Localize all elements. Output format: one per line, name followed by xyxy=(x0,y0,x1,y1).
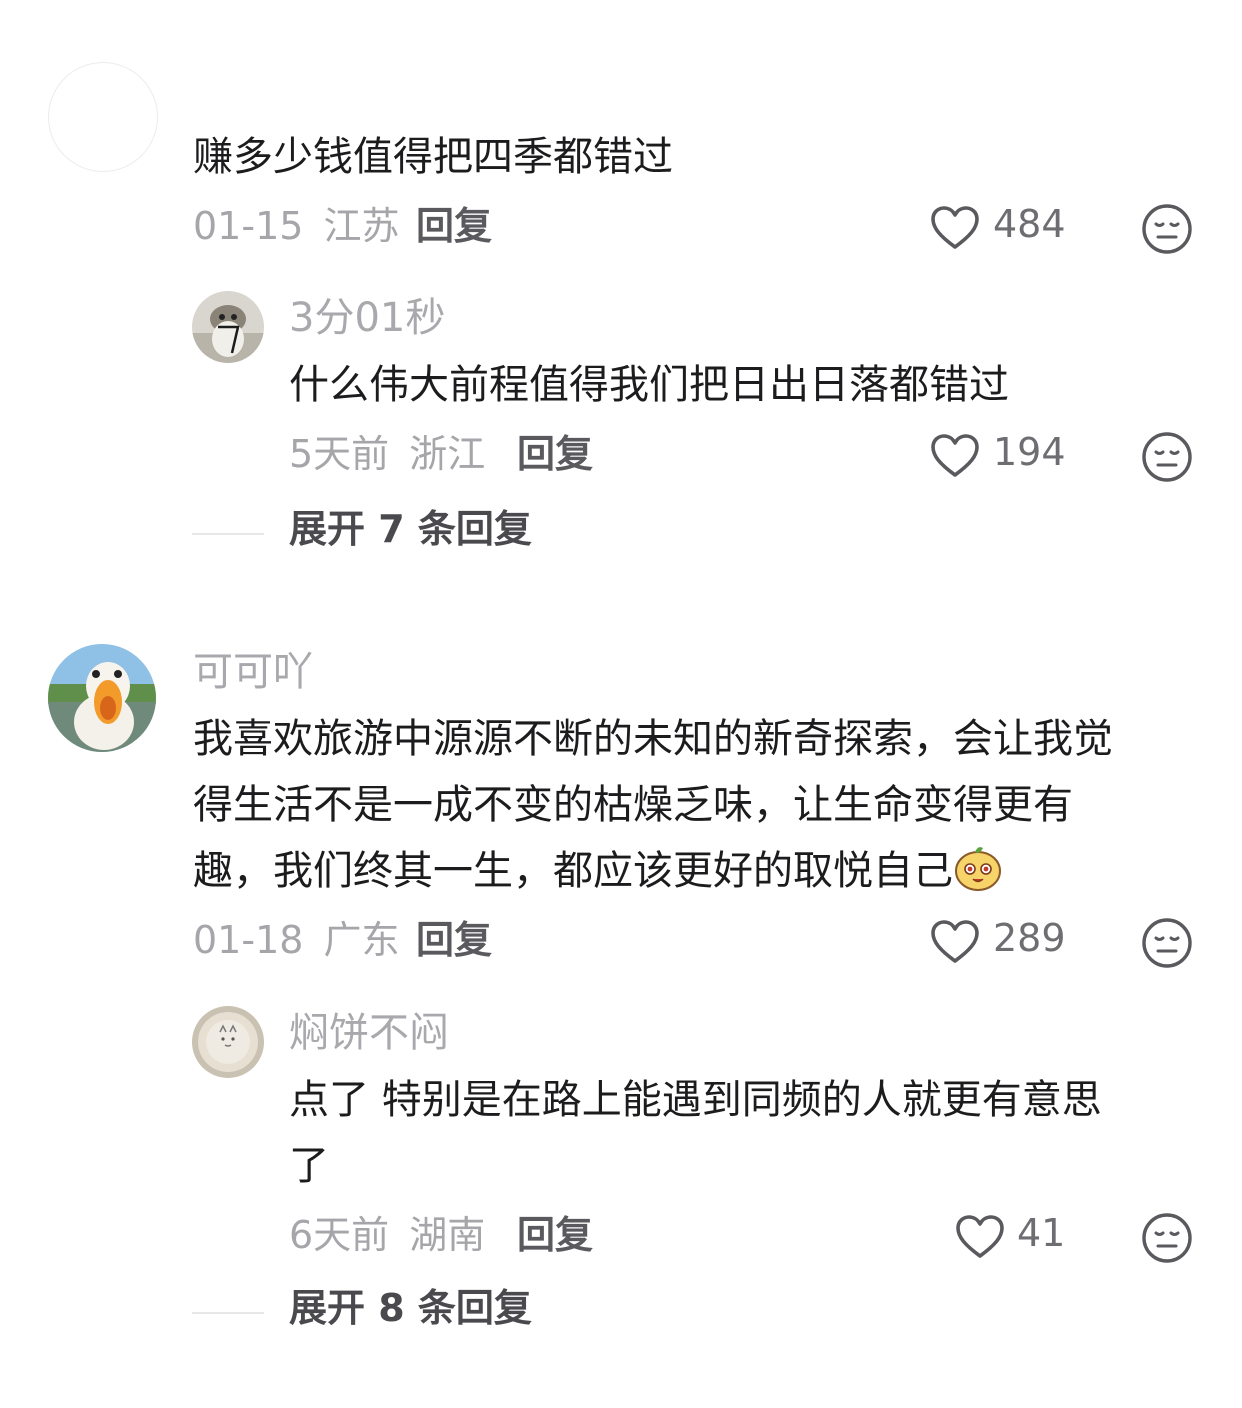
reply-content: 点了 特别是在路上能遇到同频的人就更有意思 了 xyxy=(289,1067,1102,1199)
reply-button[interactable]: 回复 xyxy=(416,207,492,245)
reply-button[interactable]: 回复 xyxy=(517,1216,593,1254)
reply-date: 6天前 xyxy=(289,1213,390,1257)
comment-content-line: 得生活不是一成不变的枯燥乏味，让生命变得更有 xyxy=(193,782,1073,828)
reply-content-line: 点了 特别是在路上能遇到同频的人就更有意思 xyxy=(289,1077,1102,1123)
comment-meta: 01-18 广东 xyxy=(193,921,400,959)
smiling-bun-emoji xyxy=(955,847,1001,891)
heart-outline-icon[interactable] xyxy=(955,1214,1005,1260)
comment-meta: 01-15 江苏 xyxy=(193,207,400,245)
reply-button[interactable]: 回复 xyxy=(517,435,593,473)
meh-face-icon[interactable] xyxy=(1141,1212,1193,1264)
expand-divider xyxy=(192,1312,264,1314)
reply-username[interactable]: 3分01秒 xyxy=(289,298,445,338)
expand-divider xyxy=(192,533,264,535)
avatar-blank[interactable] xyxy=(48,62,158,172)
reply-username[interactable]: 焖饼不闷 xyxy=(289,1013,449,1053)
like-count: 484 xyxy=(993,202,1066,246)
like-count: 194 xyxy=(993,430,1066,474)
heart-outline-icon[interactable] xyxy=(930,433,980,479)
avatar-reply-user[interactable] xyxy=(192,291,264,363)
reply-content-line: 了 xyxy=(289,1143,329,1189)
expand-replies-button[interactable]: 展开 7 条回复 xyxy=(289,510,532,548)
meh-face-icon[interactable] xyxy=(1141,917,1193,969)
meh-face-icon[interactable] xyxy=(1141,203,1193,255)
reply-date: 5天前 xyxy=(289,432,390,476)
reply-meta: 5天前 浙江 xyxy=(289,435,485,473)
avatar-duck[interactable] xyxy=(48,644,156,752)
reply-location: 浙江 xyxy=(409,432,486,476)
meh-face-icon[interactable] xyxy=(1141,431,1193,483)
comment-content: 我喜欢旅游中源源不断的未知的新奇探索，会让我觉 得生活不是一成不变的枯燥乏味，让… xyxy=(193,706,1193,904)
comment-date: 01-15 xyxy=(193,204,304,248)
heart-outline-icon[interactable] xyxy=(930,919,980,965)
comment-username[interactable]: 可可吖 xyxy=(193,652,313,692)
reply-button[interactable]: 回复 xyxy=(416,921,492,959)
comment-content-line-last: 趣，我们终其一生，都应该更好的取悦自己 xyxy=(193,838,1193,904)
heart-outline-icon[interactable] xyxy=(930,205,980,251)
reply-location: 湖南 xyxy=(409,1213,486,1257)
reply-content: 什么伟大前程值得我们把日出日落都错过 xyxy=(289,362,1009,408)
avatar-reply-cat[interactable] xyxy=(192,1006,264,1078)
comment-location: 江苏 xyxy=(323,204,400,248)
expand-replies-button[interactable]: 展开 8 条回复 xyxy=(289,1289,532,1327)
like-count: 41 xyxy=(1017,1211,1066,1255)
comment-content-line: 我喜欢旅游中源源不断的未知的新奇探索，会让我觉 xyxy=(193,716,1113,762)
like-count: 289 xyxy=(993,916,1066,960)
reply-meta: 6天前 湖南 xyxy=(289,1216,485,1254)
comment-location: 广东 xyxy=(323,918,400,962)
comment-content-line: 趣，我们终其一生，都应该更好的取悦自己 xyxy=(193,848,953,894)
comment-date: 01-18 xyxy=(193,918,304,962)
comment-content: 赚多少钱值得把四季都错过 xyxy=(193,134,673,180)
